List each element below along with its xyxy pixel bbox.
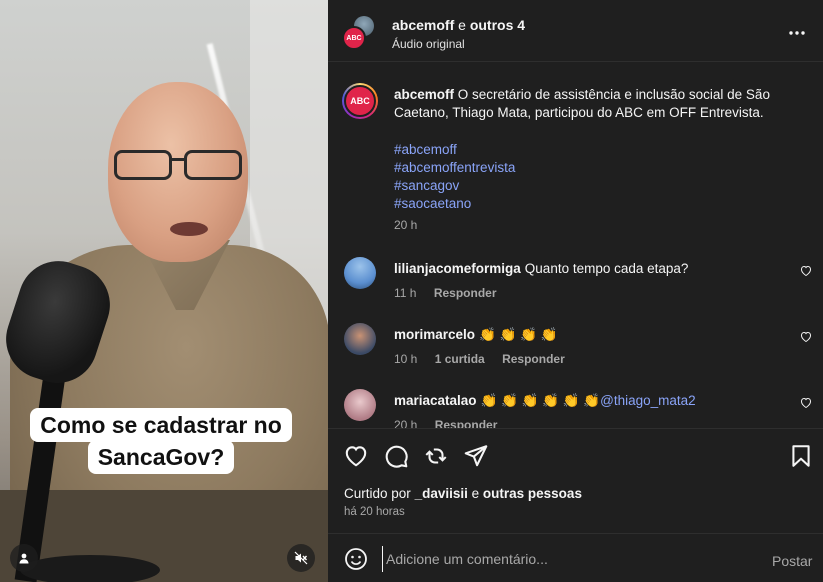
caption-text: abcemoff O secretário de assistência e i… <box>394 86 814 122</box>
caption-username[interactable]: abcemoff <box>394 87 454 102</box>
comment-like-button[interactable] <box>800 397 812 411</box>
hashtag-link[interactable]: #sancagov <box>394 177 515 195</box>
muted-speaker-icon <box>294 551 308 565</box>
microphone-base <box>20 555 160 582</box>
other-authors[interactable]: outros 4 <box>470 17 525 33</box>
speaker-glasses <box>110 150 246 184</box>
comment-icon <box>385 445 408 468</box>
more-horizontal-icon <box>789 31 805 35</box>
comment-item: mariacatalao 👏 👏 👏 👏 👏 👏@thiago_mata2 20 … <box>328 389 823 428</box>
commenter-avatar[interactable] <box>344 257 376 289</box>
comment-meta: 11 h Responder <box>394 286 511 300</box>
like-button[interactable] <box>343 443 369 469</box>
liked-by: Curtido por _daviisii e outras pessoas <box>344 486 582 501</box>
heart-icon <box>345 446 367 467</box>
comment-body: Quanto tempo cada etapa? <box>524 261 689 276</box>
post-panel: ABC abcemoff e outros 4 Áudio original A… <box>328 0 823 582</box>
reply-button[interactable]: Responder <box>435 418 498 428</box>
comment-button[interactable] <box>383 443 409 469</box>
comment-item: lilianjacomeformiga Quanto tempo cada eta… <box>328 257 823 307</box>
comment-meta: 20 h Responder <box>394 418 511 428</box>
post-authors[interactable]: abcemoff e outros 4 <box>392 17 525 33</box>
save-button[interactable] <box>788 443 814 469</box>
bookmark-icon <box>792 445 810 467</box>
caption-author-avatar[interactable]: ABC <box>342 83 378 119</box>
post-age[interactable]: há 20 horas <box>344 506 405 518</box>
comment-input[interactable] <box>382 546 742 572</box>
repost-icon <box>425 448 447 464</box>
speaker-mouth <box>170 222 208 236</box>
comment-likes-count[interactable]: 1 curtida <box>435 352 485 366</box>
add-comment-bar: Postar <box>328 533 823 582</box>
author-username[interactable]: abcemoff <box>392 17 454 33</box>
video-caption: Como se cadastrar no SancaGov? <box>18 408 304 474</box>
comment-meta: 10 h 1 curtida Responder <box>394 352 579 366</box>
comment-username[interactable]: mariacatalao <box>394 393 477 408</box>
send-icon <box>464 445 488 467</box>
authors-conjunction: e <box>458 17 466 33</box>
author-avatar: ABC <box>342 26 366 50</box>
reply-button[interactable]: Responder <box>502 352 565 366</box>
share-button[interactable] <box>463 443 489 469</box>
liked-by-conjunction: e <box>471 486 480 501</box>
comment-time[interactable]: 10 h <box>394 352 417 366</box>
reply-button[interactable]: Responder <box>434 286 497 300</box>
emoji-icon <box>345 548 367 570</box>
comment-text: morimarcelo 👏 👏 👏 👏 <box>394 327 558 343</box>
comment-like-button[interactable] <box>800 265 812 279</box>
heart-icon <box>800 397 812 409</box>
comment-like-button[interactable] <box>800 331 812 345</box>
person-icon <box>19 553 29 564</box>
video-caption-line-1: Como se cadastrar no <box>30 408 292 442</box>
comment-mention[interactable]: @thiago_mata2 <box>600 393 696 408</box>
liked-by-user[interactable]: _daviisii <box>415 486 468 501</box>
post-comment-button[interactable]: Postar <box>772 553 812 569</box>
more-options-button[interactable] <box>788 20 806 41</box>
hashtag-list: #abcemoff #abcemoffentrevista #sancagov … <box>394 141 515 213</box>
comment-text: mariacatalao 👏 👏 👏 👏 👏 👏@thiago_mata2 <box>394 393 696 409</box>
hashtag-link[interactable]: #saocaetano <box>394 195 515 213</box>
reel-video[interactable]: Como se cadastrar no SancaGov? <box>0 0 328 582</box>
heart-icon <box>800 265 812 277</box>
liked-by-prefix: Curtido por <box>344 486 411 501</box>
comment-text: lilianjacomeformiga Quanto tempo cada eta… <box>394 261 688 276</box>
heart-icon <box>800 331 812 343</box>
collab-avatars[interactable]: ABC <box>342 16 376 50</box>
commenter-avatar[interactable] <box>344 323 376 355</box>
post-header: ABC abcemoff e outros 4 Áudio original <box>328 0 823 62</box>
comment-body: 👏 👏 👏 👏 👏 👏 <box>480 393 601 408</box>
hashtag-link[interactable]: #abcemoff <box>394 141 515 159</box>
comment-username[interactable]: morimarcelo <box>394 327 475 342</box>
repost-button[interactable] <box>423 443 449 469</box>
tagged-users-button[interactable] <box>10 544 38 572</box>
mute-button[interactable] <box>287 544 315 572</box>
liked-by-others[interactable]: outras pessoas <box>483 486 582 501</box>
video-caption-line-2: SancaGov? <box>87 440 235 474</box>
commenter-avatar[interactable] <box>344 389 376 421</box>
comment-body: 👏 👏 👏 👏 <box>479 327 558 342</box>
comment-item: morimarcelo 👏 👏 👏 👏 10 h 1 curtida Respon… <box>328 323 823 373</box>
comment-username[interactable]: lilianjacomeformiga <box>394 261 521 276</box>
caption-timestamp[interactable]: 20 h <box>394 218 417 232</box>
audio-label[interactable]: Áudio original <box>392 37 465 51</box>
comment-time[interactable]: 20 h <box>394 418 417 428</box>
post-actions <box>328 428 823 480</box>
comment-time[interactable]: 11 h <box>394 286 416 300</box>
comments-scroll-area[interactable]: ABC abcemoff O secretário de assistência… <box>328 63 823 428</box>
hashtag-link[interactable]: #abcemoffentrevista <box>394 159 515 177</box>
emoji-button[interactable] <box>344 547 368 571</box>
